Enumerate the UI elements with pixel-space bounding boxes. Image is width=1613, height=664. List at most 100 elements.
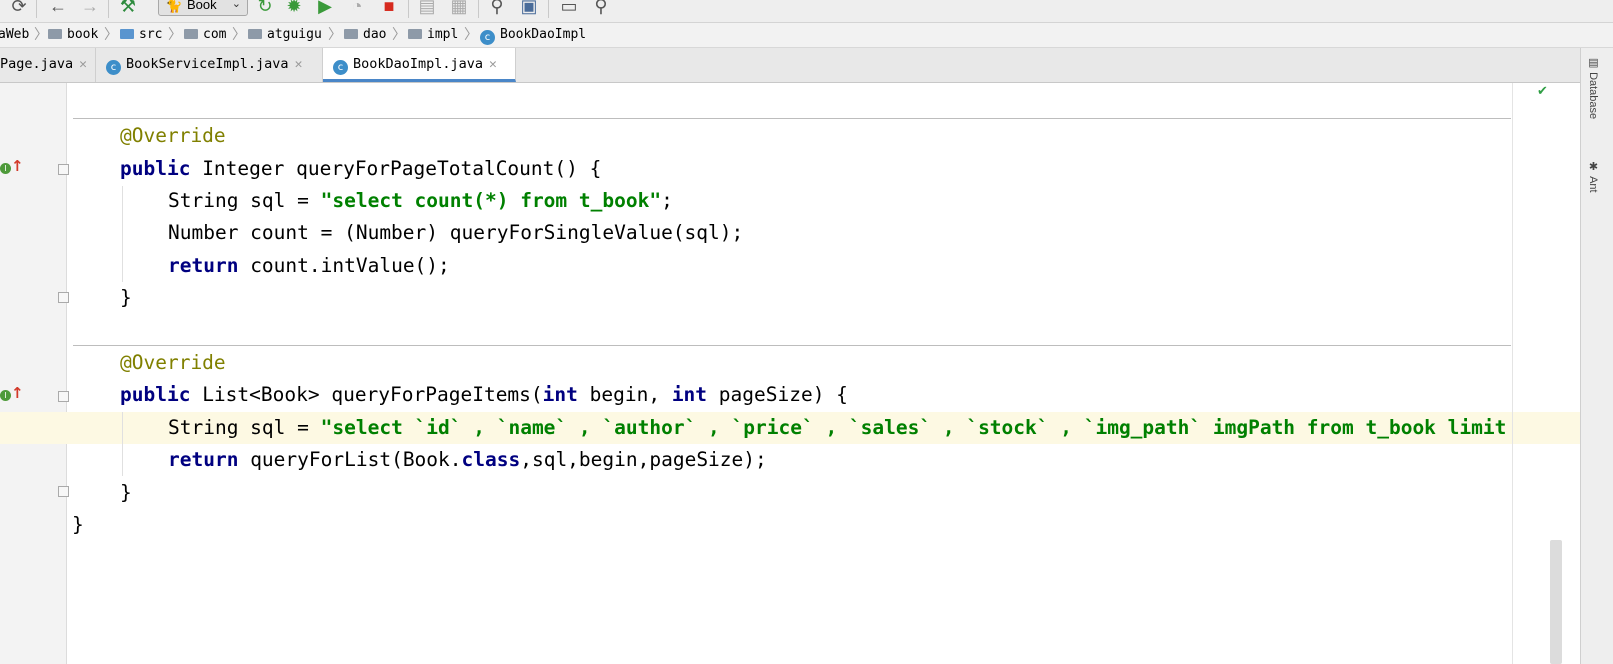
database-tool-button[interactable]: ▤ Database: [1587, 56, 1600, 119]
string-literal: "select count(*) from t_book": [320, 189, 662, 212]
code-text: queryForList(Book.: [238, 448, 462, 471]
indent-guide: [122, 186, 123, 282]
chevron-right-icon: 〉: [104, 27, 118, 43]
code-line[interactable]: public List<Book> queryForPageItems(int …: [120, 379, 848, 411]
breadcrumb-item-atguigu[interactable]: atguigu: [248, 23, 322, 47]
debug-icon[interactable]: ✹: [285, 0, 303, 17]
chevron-right-icon: 〉: [34, 27, 48, 43]
keyword: public: [120, 157, 191, 180]
chevron-right-icon: 〉: [392, 27, 406, 43]
breadcrumb-label: dao: [363, 27, 387, 42]
breadcrumb-item-dao[interactable]: dao: [344, 23, 386, 47]
toolbar-separator: [36, 0, 37, 18]
code-line[interactable]: return count.intValue();: [168, 250, 450, 282]
code-line-current[interactable]: String sql = "select `id` , `name` , `au…: [168, 412, 1548, 444]
breadcrumb-label: com: [203, 27, 227, 42]
breadcrumb-label: book: [67, 27, 99, 42]
checkmark-icon: ✔: [1537, 83, 1548, 98]
run-window-icon[interactable]: ▭: [560, 0, 578, 17]
code-text: String sql =: [168, 189, 321, 212]
breadcrumb-item-book[interactable]: book: [48, 23, 98, 47]
implements-method-icon[interactable]: I ↑: [0, 157, 24, 180]
code-line[interactable]: public Integer queryForPageTotalCount() …: [120, 153, 601, 185]
main-toolbar: ⟳ ← → ⚒ 🐈 Book ⌄ ↻ ✹ ▶ ◔ ■ ▤ ▦ ⚲ ▣ ▭ ⚲: [0, 0, 1613, 23]
ant-icon: ✱: [1587, 160, 1599, 173]
code-text: ,sql,begin,pageSize);: [520, 448, 767, 471]
breadcrumb-item-class[interactable]: c BookDaoImpl: [480, 23, 586, 47]
run-config-dropdown[interactable]: 🐈 Book ⌄: [158, 0, 248, 16]
code-line[interactable]: }: [120, 477, 132, 509]
keyword: int: [542, 383, 578, 406]
breadcrumb-item-com[interactable]: com: [184, 23, 226, 47]
code-line[interactable]: return queryForList(Book.class,sql,begin…: [168, 444, 767, 476]
breadcrumb-item-impl[interactable]: impl: [408, 23, 458, 47]
ant-tool-button[interactable]: ✱ Ant: [1587, 160, 1600, 193]
editor-tab-bar: Page.java ✕ c BookServiceImpl.java ✕ c BookD…: [0, 48, 1580, 83]
close-icon[interactable]: ✕: [295, 57, 303, 72]
breadcrumb-label: atguigu: [267, 27, 322, 42]
search-icon[interactable]: ⚲: [592, 0, 610, 17]
keyword: public: [120, 383, 191, 406]
breadcrumb-item-project[interactable]: aWeb: [0, 23, 29, 47]
deploy-icon[interactable]: ▤: [418, 0, 436, 17]
method-separator: [73, 345, 1511, 346]
rerun-icon[interactable]: ↻: [256, 0, 274, 17]
back-icon[interactable]: ←: [48, 0, 68, 17]
toolbar-separator: [478, 0, 479, 18]
tab-page-java[interactable]: Page.java ✕: [0, 48, 96, 82]
sync-icon[interactable]: ⟳: [10, 0, 28, 17]
forward-icon[interactable]: →: [80, 0, 100, 17]
wrench-icon[interactable]: ⚲: [488, 0, 506, 17]
code-text: String sql =: [168, 416, 321, 439]
fold-marker-icon[interactable]: [58, 164, 69, 175]
stop-icon[interactable]: ■: [380, 0, 398, 17]
right-margin-line: [1512, 83, 1513, 664]
breadcrumb-label: BookDaoImpl: [500, 27, 587, 42]
close-icon[interactable]: ✕: [489, 57, 497, 72]
code-text: Number count = (Number) queryForSingleVa…: [168, 221, 744, 244]
source-folder-icon: [120, 29, 134, 39]
code-line[interactable]: @Override: [120, 347, 226, 379]
code-line[interactable]: @Override: [120, 120, 226, 152]
run-config-icon: 🐈: [165, 0, 183, 13]
code-line[interactable]: String sql = "select count(*) from t_boo…: [168, 185, 673, 217]
toolbar-separator: [108, 0, 109, 18]
keyword: int: [671, 383, 708, 406]
fold-marker-icon[interactable]: [58, 292, 69, 303]
package-folder-icon: [344, 29, 358, 39]
fold-marker-icon[interactable]: [58, 486, 69, 497]
coverage-icon[interactable]: ▶: [316, 0, 334, 17]
closing-brace: }: [120, 481, 132, 504]
chevron-down-icon: ⌄: [231, 0, 241, 10]
structure-icon[interactable]: ▦: [450, 0, 468, 17]
code-line[interactable]: }: [120, 282, 132, 314]
class-icon: c: [480, 30, 495, 45]
fold-marker-icon[interactable]: [58, 391, 69, 402]
package-folder-icon: [408, 29, 422, 39]
code-text: pageSize) {: [707, 383, 848, 406]
profile-icon[interactable]: ◔: [348, 0, 366, 17]
tab-bookserviceimpl-java[interactable]: c BookServiceImpl.java ✕: [96, 48, 323, 82]
close-icon[interactable]: ✕: [79, 57, 87, 72]
project-structure-icon[interactable]: ▣: [520, 0, 538, 17]
code-text: ;: [661, 189, 673, 212]
code-line[interactable]: Number count = (Number) queryForSingleVa…: [168, 217, 743, 249]
database-icon: ▤: [1587, 56, 1599, 69]
code-line[interactable]: }: [72, 509, 84, 541]
vertical-scrollbar[interactable]: [1550, 540, 1562, 664]
breadcrumb-item-src[interactable]: src: [120, 23, 162, 47]
chevron-right-icon: 〉: [168, 27, 182, 43]
toolbar-separator: [408, 0, 409, 18]
build-icon[interactable]: ⚒: [118, 0, 138, 17]
method-signature: List<Book> queryForPageItems(: [190, 383, 543, 406]
annotation: @Override: [120, 351, 226, 374]
tab-label: BookServiceImpl.java: [126, 56, 289, 72]
closing-brace: }: [72, 513, 84, 536]
indent-guide: [122, 412, 123, 476]
method-signature: Integer queryForPageTotalCount() {: [190, 157, 602, 180]
tab-bookdaoimpl-java[interactable]: c BookDaoImpl.java ✕: [323, 48, 516, 82]
implements-method-icon[interactable]: I ↑: [0, 384, 24, 407]
package-folder-icon: [248, 29, 262, 39]
package-folder-icon: [184, 29, 198, 39]
toolbar-separator: [548, 0, 549, 18]
